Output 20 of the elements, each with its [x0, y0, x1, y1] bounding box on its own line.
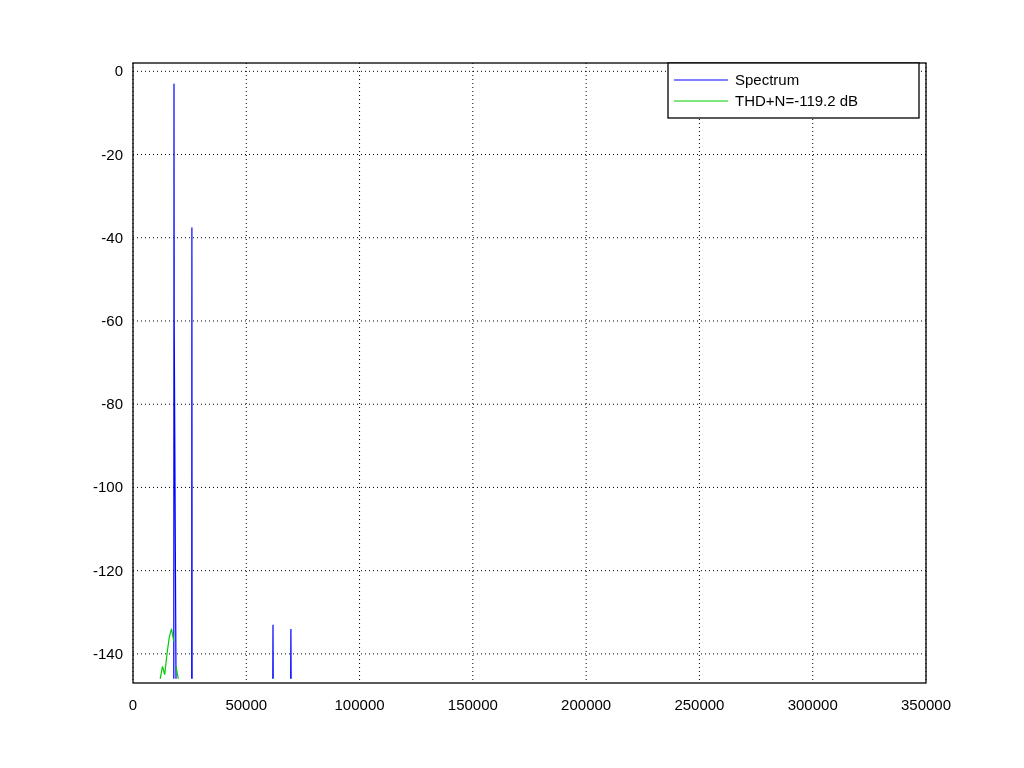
y-tick-label: -100 — [92, 478, 123, 496]
x-tick-label: 250000 — [674, 696, 725, 713]
y-tick-label: -80 — [101, 395, 123, 413]
y-tick-label: -40 — [101, 228, 123, 246]
legend-label: THD+N=-119.2 dB — [735, 92, 859, 109]
legend-line-icon — [673, 100, 729, 102]
x-tick-label: 50000 — [225, 696, 268, 713]
y-tick-label: -60 — [101, 312, 123, 329]
x-tick-label: 300000 — [787, 696, 838, 713]
y-tick-label: -140 — [92, 644, 123, 662]
y-tick-label: -120 — [92, 561, 123, 579]
y-tick-label: -20 — [101, 145, 123, 163]
x-tick-label: 100000 — [334, 696, 385, 713]
x-tick-label: 0 — [128, 696, 138, 713]
legend-label: Spectrum — [735, 71, 800, 88]
legend-line-icon — [673, 79, 729, 81]
y-tick-label: 0 — [114, 62, 123, 80]
x-tick-label: 150000 — [447, 696, 498, 713]
x-tick-label: 350000 — [900, 696, 952, 713]
x-tick-label: 200000 — [561, 696, 612, 713]
